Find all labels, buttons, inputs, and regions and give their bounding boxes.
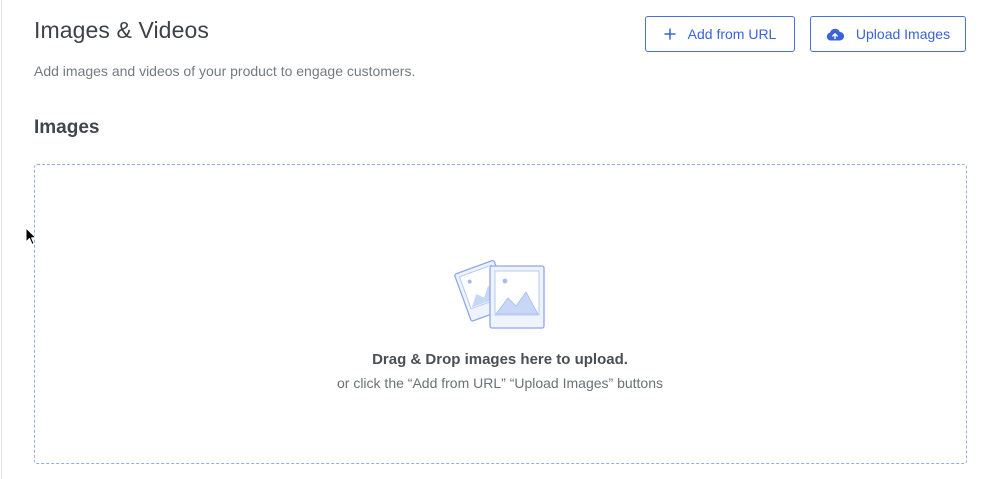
photos-illustration-icon <box>454 252 546 335</box>
add-from-url-label: Add from URL <box>687 26 777 42</box>
section-title: Images & Videos <box>34 17 209 43</box>
images-heading: Images <box>34 117 100 138</box>
mouse-cursor-icon <box>25 227 37 251</box>
dropzone-hint: or click the “Add from URL” “Upload Imag… <box>336 375 663 391</box>
images-videos-panel: Images & Videos Add images and videos of… <box>0 0 989 479</box>
upload-images-button[interactable]: Upload Images <box>810 16 966 52</box>
section-description: Add images and videos of your product to… <box>34 63 416 79</box>
dropzone-title: Drag & Drop images here to upload. <box>372 351 628 368</box>
upload-images-label: Upload Images <box>855 26 951 42</box>
panel-left-border <box>1 0 2 479</box>
add-from-url-button[interactable]: Add from URL <box>645 16 795 52</box>
cloud-upload-icon <box>826 28 844 41</box>
plus-icon <box>663 28 676 40</box>
